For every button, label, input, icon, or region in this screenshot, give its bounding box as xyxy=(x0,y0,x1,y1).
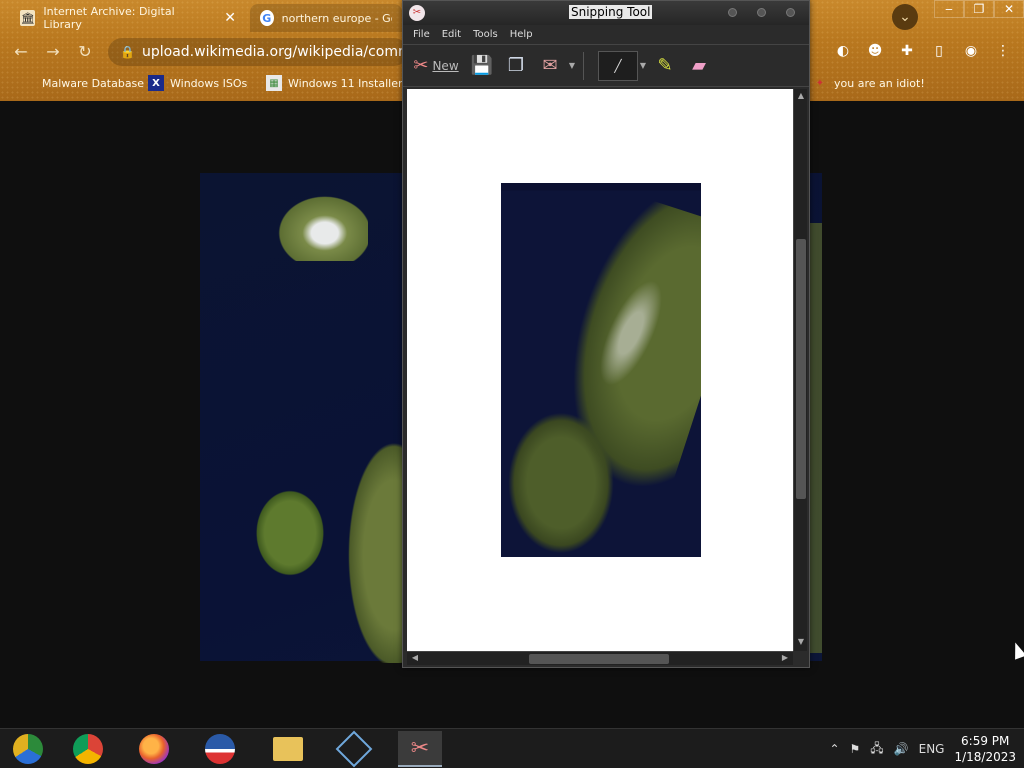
close-window-icon[interactable]: ✕ xyxy=(994,0,1024,18)
network-icon[interactable]: 🖧 xyxy=(870,739,883,760)
bookmark-windows-11-installer[interactable]: ▦ Windows 11 Installer xyxy=(266,75,403,91)
forward-icon[interactable]: → xyxy=(42,41,64,63)
map-ireland xyxy=(250,483,330,583)
send-dropdown-icon[interactable]: ▼ xyxy=(567,51,577,81)
scissors-icon: ✂ xyxy=(413,55,429,76)
scroll-up-icon[interactable]: ▲ xyxy=(796,91,806,103)
menu-icon[interactable]: ⋮ xyxy=(992,40,1014,62)
menu-file[interactable]: File xyxy=(407,25,436,44)
bookmark-label: you are an idiot! xyxy=(834,76,925,90)
taskbar-file-explorer[interactable] xyxy=(266,731,310,767)
bookmark-windows-isos[interactable]: X Windows ISOs xyxy=(148,75,247,91)
menu-bar: File Edit Tools Help xyxy=(403,25,809,45)
system-tray: ⌃ ⚑ 🖧 🔊 ENG 6:59 PM 1/18/2023 xyxy=(829,729,1016,768)
bookmark-label: Malware Database xyxy=(42,76,145,90)
lock-icon: 🔒 xyxy=(120,45,135,59)
firefox-icon xyxy=(139,734,169,764)
captured-image-scandinavia xyxy=(501,183,701,557)
save-icon[interactable]: 💾 xyxy=(465,51,499,81)
clock-date: 1/18/2023 xyxy=(954,750,1016,764)
maximize-dot[interactable] xyxy=(757,8,766,17)
extension-flag-icon[interactable]: ◐ xyxy=(832,40,854,62)
bookmark-malware-database[interactable]: Malware Database xyxy=(20,75,144,91)
minimize-icon[interactable]: ‒ xyxy=(934,0,964,18)
bookmark-you-are-an-idiot[interactable]: ✦ you are an idiot! xyxy=(812,75,925,91)
snip-canvas[interactable] xyxy=(407,89,793,651)
obama-logo-icon xyxy=(205,734,235,764)
scroll-left-icon[interactable]: ◀ xyxy=(409,653,421,665)
back-icon[interactable]: ← xyxy=(10,41,32,63)
vertical-scrollbar[interactable]: ▲ ▼ xyxy=(793,89,807,651)
chrome-icon xyxy=(73,734,103,764)
minimize-dot[interactable] xyxy=(728,8,737,17)
taskbar-chrome[interactable] xyxy=(66,731,110,767)
volume-icon[interactable]: 🔊 xyxy=(894,742,909,756)
google-icon: G xyxy=(260,10,274,26)
taskbar-firefox[interactable] xyxy=(132,731,176,767)
bookmark-label: Windows 11 Installer xyxy=(288,76,403,90)
archive-icon: 🏛 xyxy=(20,10,36,26)
tab-internet-archive[interactable]: 🏛 Internet Archive: Digital Library ✕ xyxy=(10,4,246,32)
taskbar-virtualbox[interactable] xyxy=(332,730,376,768)
highlighter-icon[interactable]: ✎ xyxy=(648,51,682,81)
chevron-up-icon[interactable]: ⌃ xyxy=(829,742,839,756)
sidebar-icon[interactable]: ▯ xyxy=(928,40,950,62)
bookmark-label: Windows ISOs xyxy=(170,76,248,90)
virtualbox-icon xyxy=(335,730,373,768)
pen-dropdown-icon[interactable]: ▼ xyxy=(638,51,648,81)
clock[interactable]: 6:59 PM 1/18/2023 xyxy=(954,733,1016,765)
folder-icon xyxy=(273,737,303,761)
close-icon[interactable]: ✕ xyxy=(224,10,236,26)
taskbar-snipping-tool[interactable]: ✂ xyxy=(398,731,442,767)
taskbar: ✂ ⌃ ⚑ 🖧 🔊 ENG 6:59 PM 1/18/2023 xyxy=(0,728,1024,768)
address-bar[interactable]: 🔒 upload.wikimedia.org/wikipedia/common xyxy=(108,38,408,66)
vertical-scroll-thumb[interactable] xyxy=(796,239,806,499)
chrome-canary-icon xyxy=(13,734,43,764)
snipping-tool-icon: ✂ xyxy=(410,735,430,761)
send-icon[interactable]: ✉ xyxy=(533,51,567,81)
window-title: Snipping Tool xyxy=(569,5,653,19)
window-buttons xyxy=(728,8,795,17)
extension-avatar-icon[interactable]: ☻ xyxy=(864,40,886,62)
snipping-tool-window[interactable]: ✂ Snipping Tool File Edit Tools Help ✂ N… xyxy=(402,0,810,668)
scroll-down-icon[interactable]: ▼ xyxy=(796,637,806,649)
folder-icon xyxy=(20,75,36,91)
toolbar-icons: ◐ ☻ ✚ ▯ ◉ ⋮ xyxy=(832,40,1014,62)
taskbar-obama-app[interactable] xyxy=(198,731,242,767)
image-icon: ▦ xyxy=(266,75,282,91)
close-dot[interactable] xyxy=(786,8,795,17)
snipping-tool-titlebar[interactable]: ✂ Snipping Tool xyxy=(403,1,809,25)
pen-icon[interactable]: ╱ xyxy=(598,50,638,81)
new-label: New xyxy=(432,58,459,73)
horizontal-scrollbar[interactable]: ◀ ▶ xyxy=(407,651,793,665)
language-indicator[interactable]: ENG xyxy=(919,742,945,756)
menu-edit[interactable]: Edit xyxy=(436,25,467,44)
x-icon: X xyxy=(148,75,164,91)
snip-toolbar: ✂ New 💾 ❐ ✉ ▼ ╱ ▼ ✎ ▰ xyxy=(403,45,809,87)
tab-title: Internet Archive: Digital Library xyxy=(43,5,175,31)
flag-icon[interactable]: ⚑ xyxy=(850,742,861,756)
menu-tools[interactable]: Tools xyxy=(467,25,504,44)
tab-search-icon[interactable]: ⌄ xyxy=(892,4,918,30)
flag-icon: ✦ xyxy=(815,77,825,89)
reload-icon[interactable]: ↻ xyxy=(74,41,96,63)
profile-icon[interactable]: ◉ xyxy=(960,40,982,62)
eraser-icon[interactable]: ▰ xyxy=(682,51,716,81)
window-controls: ‒ ❐ ✕ xyxy=(934,0,1024,18)
horizontal-scroll-thumb[interactable] xyxy=(529,654,669,664)
taskbar-chrome-canary[interactable] xyxy=(6,731,50,767)
restore-icon[interactable]: ❐ xyxy=(964,0,994,18)
toolbar-separator xyxy=(583,51,584,80)
map-iceland xyxy=(272,191,368,261)
new-snip-button[interactable]: ✂ New xyxy=(407,51,465,81)
extensions-icon[interactable]: ✚ xyxy=(896,40,918,62)
copy-icon[interactable]: ❐ xyxy=(499,51,533,81)
tab-northern-europe[interactable]: G northern europe - Goog xyxy=(250,4,402,32)
menu-help[interactable]: Help xyxy=(504,25,539,44)
url-text: upload.wikimedia.org/wikipedia/common xyxy=(142,44,408,60)
scroll-right-icon[interactable]: ▶ xyxy=(779,653,791,665)
clock-time: 6:59 PM xyxy=(961,734,1010,748)
snipping-tool-icon: ✂ xyxy=(409,5,425,21)
tab-title: northern europe - Goog xyxy=(281,11,392,25)
